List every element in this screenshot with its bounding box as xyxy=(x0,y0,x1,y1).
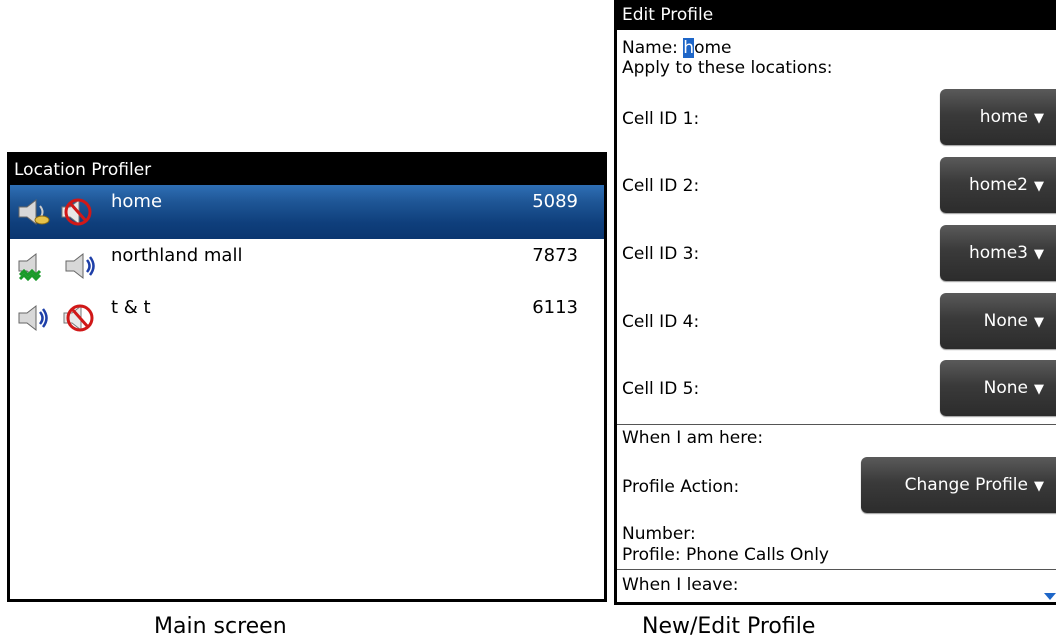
edit-profile-screen: Edit Profile Name: home Apply to these l… xyxy=(614,0,1056,605)
edit-screen-title: Edit Profile xyxy=(617,0,1056,30)
speaker-alert-icon xyxy=(18,198,50,226)
row-icons xyxy=(12,251,107,281)
when-leave-label: When I leave: xyxy=(622,575,739,595)
scroll-down-icon[interactable] xyxy=(1044,593,1056,600)
name-field-value: ome xyxy=(694,38,732,58)
speaker-muted-icon xyxy=(63,304,94,332)
chevron-down-icon: ▼ xyxy=(1034,315,1044,330)
speaker-vibrate-icon xyxy=(18,252,42,281)
dropdown-value: None xyxy=(983,378,1028,398)
row-number: 7873 xyxy=(532,245,578,266)
dropdown-value: home xyxy=(979,107,1028,127)
main-screen-title: Location Profiler xyxy=(10,155,604,185)
name-field-label: Name: xyxy=(622,38,684,58)
dropdown-value: Change Profile xyxy=(904,475,1028,495)
cell-id-3-label: Cell ID 3: xyxy=(622,244,700,264)
profile-row-t-and-t[interactable]: t & t 6113 xyxy=(10,291,604,343)
edit-screen-caption: New/Edit Profile xyxy=(642,614,816,639)
chevron-down-icon: ▼ xyxy=(1034,247,1044,262)
row-name: northland mall xyxy=(111,245,243,266)
cell-id-3-dropdown[interactable]: home3 ▼ xyxy=(940,225,1056,281)
when-here-label: When I am here: xyxy=(622,428,764,448)
number-field[interactable]: Number: xyxy=(622,524,696,544)
row-number: 6113 xyxy=(532,297,578,318)
profile-value-label: Profile: Phone Calls Only xyxy=(622,545,829,565)
cell-id-2-label: Cell ID 2: xyxy=(622,176,700,196)
row-icons xyxy=(12,197,107,227)
speaker-muted-icon xyxy=(61,198,92,226)
row-name: home xyxy=(111,191,163,212)
row-icons xyxy=(12,303,107,333)
cell-id-1-dropdown[interactable]: home ▼ xyxy=(940,89,1056,145)
text-cursor: h xyxy=(683,38,695,58)
cell-id-1-label: Cell ID 1: xyxy=(622,109,700,129)
cell-id-5-dropdown[interactable]: None ▼ xyxy=(940,360,1056,416)
main-screen-caption: Main screen xyxy=(154,614,287,639)
main-screen: Location Profiler home 5089 northland ma… xyxy=(7,152,607,602)
apply-locations-label: Apply to these locations: xyxy=(622,58,833,78)
profile-action-label: Profile Action: xyxy=(622,477,740,497)
name-field[interactable]: Name: home xyxy=(622,38,732,58)
cell-id-4-label: Cell ID 4: xyxy=(622,312,700,332)
profile-row-northland-mall[interactable]: northland mall 7873 xyxy=(10,239,604,291)
speaker-loud-icon xyxy=(18,304,48,332)
dropdown-value: home2 xyxy=(968,175,1028,195)
chevron-down-icon: ▼ xyxy=(1034,479,1044,494)
section-divider xyxy=(617,424,1056,425)
speaker-loud-icon xyxy=(65,252,95,280)
chevron-down-icon: ▼ xyxy=(1034,382,1044,397)
profile-action-dropdown[interactable]: Change Profile ▼ xyxy=(861,457,1056,513)
profile-row-home[interactable]: home 5089 xyxy=(10,185,604,239)
section-divider xyxy=(617,569,1056,570)
chevron-down-icon: ▼ xyxy=(1034,179,1044,194)
row-name: t & t xyxy=(111,297,151,318)
dropdown-value: home3 xyxy=(968,243,1028,263)
row-number: 5089 xyxy=(532,191,578,212)
cell-id-4-dropdown[interactable]: None ▼ xyxy=(940,293,1056,349)
chevron-down-icon: ▼ xyxy=(1034,111,1044,126)
cell-id-5-label: Cell ID 5: xyxy=(622,379,700,399)
dropdown-value: None xyxy=(983,311,1028,331)
cell-id-2-dropdown[interactable]: home2 ▼ xyxy=(940,157,1056,213)
